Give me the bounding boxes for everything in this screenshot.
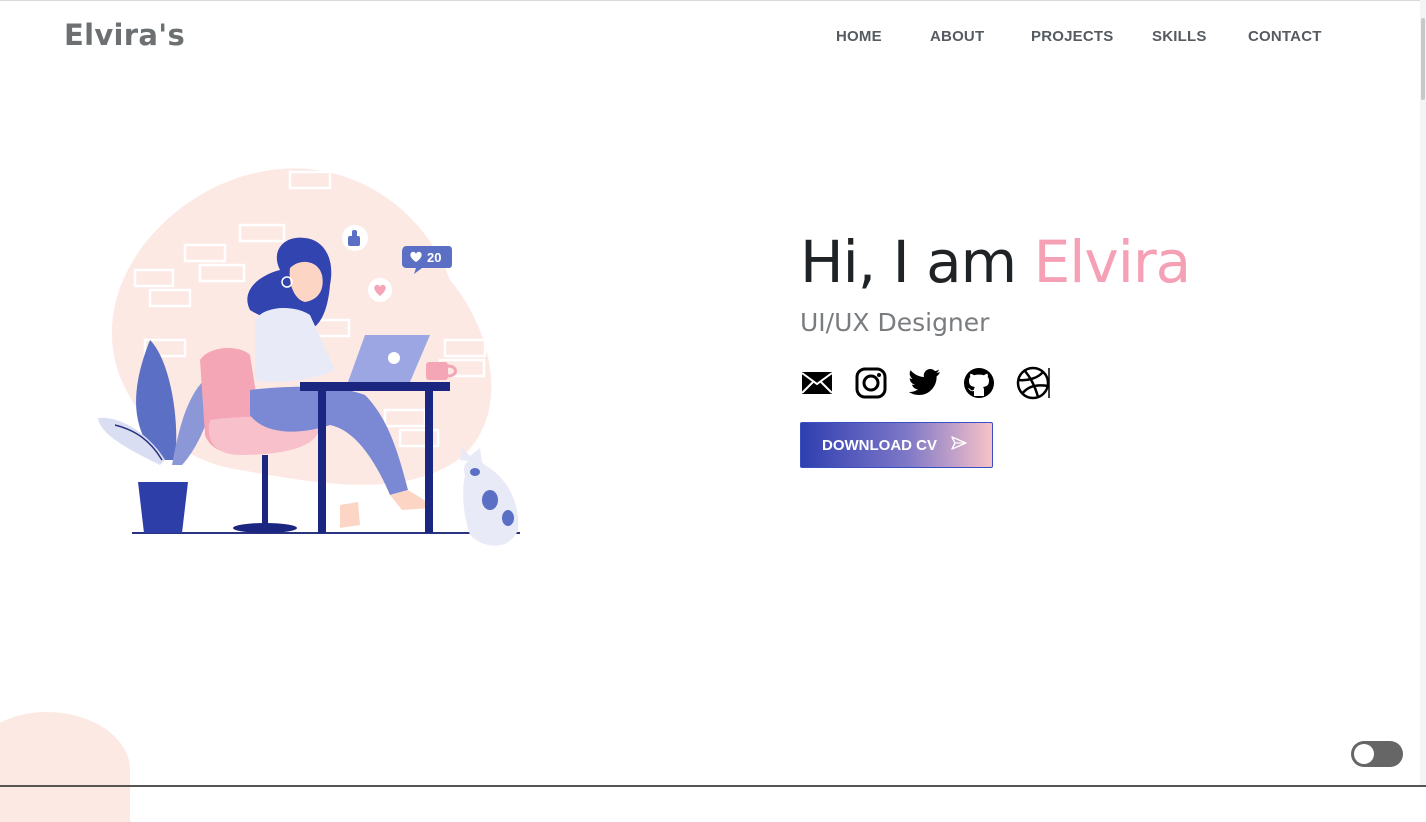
hero-heading: Hi, I am Elvira	[800, 228, 1192, 296]
nav-skills[interactable]: SKILLS	[1152, 28, 1207, 45]
toggle-knob	[1354, 744, 1374, 764]
twitter-icon[interactable]	[908, 366, 942, 400]
download-cv-label: DOWNLOAD CV	[822, 436, 937, 454]
main-nav: HOME ABOUT PROJECTS SKILLS CONTACT	[0, 28, 1426, 48]
nav-home[interactable]: HOME	[836, 28, 882, 45]
dribbble-icon[interactable]	[1016, 366, 1050, 400]
hero-name: Elvira	[1033, 228, 1192, 296]
likes-count: 20	[427, 250, 441, 265]
top-border	[0, 0, 1426, 1]
heart-bubble-icon	[368, 278, 392, 302]
nav-projects[interactable]: PROJECTS	[1031, 28, 1113, 45]
email-icon[interactable]	[800, 366, 834, 400]
nav-about[interactable]: ABOUT	[930, 28, 984, 45]
social-links	[800, 366, 1060, 400]
github-icon[interactable]	[962, 366, 996, 400]
thumbs-up-icon	[342, 225, 368, 251]
hero-role: UI/UX Designer	[800, 308, 990, 337]
download-cv-button[interactable]: DOWNLOAD CV	[800, 422, 993, 468]
instagram-icon[interactable]	[854, 366, 888, 400]
theme-toggle[interactable]	[1351, 741, 1403, 767]
hero-illustration: 20	[98, 168, 520, 546]
send-icon	[951, 436, 967, 454]
nav-contact[interactable]: CONTACT	[1248, 28, 1322, 45]
greeting-text: Hi, I am	[800, 228, 1017, 296]
scrollbar[interactable]	[1420, 0, 1426, 787]
cat-figure	[460, 448, 519, 546]
decorative-blob	[0, 712, 130, 822]
scrollbar-thumb[interactable]	[1421, 18, 1425, 100]
